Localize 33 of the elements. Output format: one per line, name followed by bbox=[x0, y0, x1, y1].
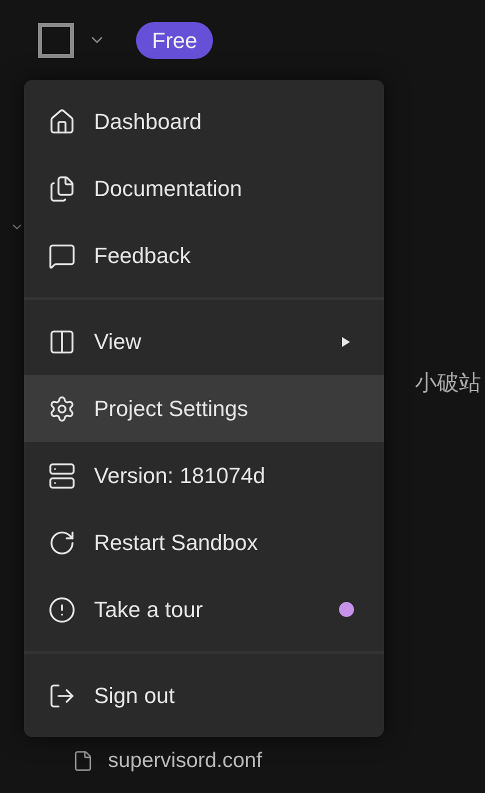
server-icon bbox=[48, 462, 76, 490]
file-name[interactable]: supervisord.conf bbox=[108, 745, 262, 776]
menu-item[interactable]: Take a tour bbox=[24, 576, 384, 643]
submenu-arrow-icon bbox=[342, 336, 350, 346]
menu-item[interactable]: Version: 181074d bbox=[24, 442, 384, 509]
menu-item[interactable]: Documentation bbox=[24, 155, 384, 222]
columns-icon bbox=[48, 328, 76, 356]
menu-item-label: Sign out bbox=[94, 682, 176, 710]
menu-item[interactable]: Sign out bbox=[24, 662, 384, 729]
menu-item[interactable]: Restart Sandbox bbox=[24, 509, 384, 576]
menu-item-label: Documentation bbox=[94, 175, 243, 203]
menu-item[interactable]: View bbox=[24, 308, 384, 375]
menu-item-label: Project Settings bbox=[94, 395, 250, 423]
menu-item[interactable]: Dashboard bbox=[24, 88, 384, 155]
documents-icon bbox=[48, 174, 76, 202]
plan-badge: Free bbox=[136, 22, 214, 58]
menu-item-label: Feedback bbox=[94, 242, 192, 270]
menu-item[interactable]: Feedback bbox=[24, 222, 384, 289]
menu-item-label: Take a tour bbox=[94, 596, 204, 624]
menu-item[interactable]: Project Settings bbox=[24, 375, 384, 442]
menu-item-label: View bbox=[94, 328, 142, 356]
menu-item-label: Version: 181074d bbox=[94, 462, 266, 490]
refresh-icon bbox=[48, 528, 76, 556]
side-text: 小破站 bbox=[415, 369, 481, 397]
sign-out-icon bbox=[48, 682, 76, 710]
home-icon bbox=[48, 108, 76, 136]
logo-square-icon[interactable] bbox=[38, 22, 74, 58]
alert-icon bbox=[48, 596, 76, 624]
menu-item-label: Dashboard bbox=[94, 108, 203, 136]
menu-item-label: Restart Sandbox bbox=[94, 529, 259, 557]
file-icon bbox=[72, 750, 94, 772]
settings-icon bbox=[48, 394, 76, 422]
speech-bubble-icon bbox=[48, 242, 76, 270]
